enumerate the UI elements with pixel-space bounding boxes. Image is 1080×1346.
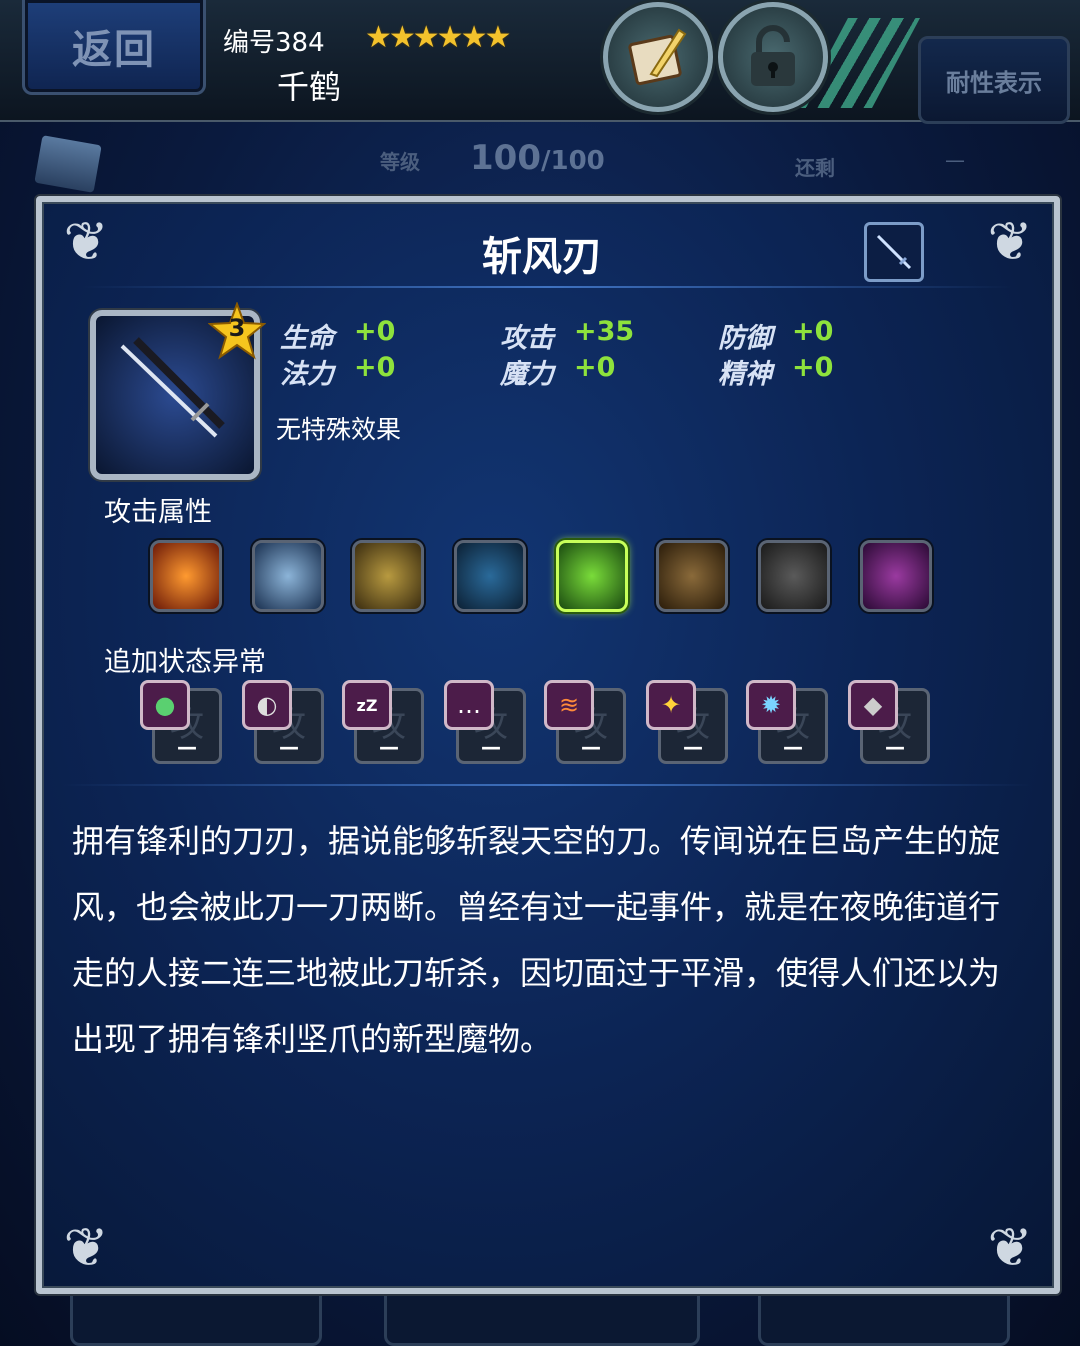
section-divider bbox=[62, 784, 1032, 786]
dark-element-icon bbox=[860, 540, 932, 612]
katana-type-icon bbox=[876, 234, 912, 270]
back-button[interactable]: 返回 bbox=[22, 0, 206, 95]
stat-label-atk: 攻击 bbox=[500, 323, 554, 354]
status-ailment-label: 追加状态异常 bbox=[104, 647, 266, 678]
stat-value-hp: +0 bbox=[354, 316, 396, 347]
stat-value-mag: +0 bbox=[574, 352, 616, 383]
lightning-element-icon bbox=[352, 540, 424, 612]
stat-value-def: +0 bbox=[792, 316, 834, 347]
fire-element-icon bbox=[150, 540, 222, 612]
title-divider bbox=[82, 286, 1012, 288]
disease-icon: ✹ bbox=[746, 680, 796, 730]
stat-label-mp: 法力 bbox=[280, 359, 334, 390]
confuse-icon: ✦ bbox=[646, 680, 696, 730]
quill-book-button[interactable] bbox=[603, 2, 713, 112]
special-effect-text: 无特殊效果 bbox=[276, 415, 402, 444]
unit-name: 千鹤 bbox=[277, 68, 342, 106]
petrify-icon: ◆ bbox=[848, 680, 898, 730]
stat-label-def: 防御 bbox=[718, 323, 772, 354]
ornament-corner: ❦ bbox=[63, 1216, 109, 1279]
attack-attribute-label: 攻击属性 bbox=[104, 497, 212, 528]
quill-book-icon bbox=[628, 28, 687, 86]
stat-label-hp: 生命 bbox=[280, 323, 334, 354]
paralysis-icon: ≋ bbox=[544, 680, 594, 730]
resistance-button[interactable]: 耐性表示 bbox=[918, 36, 1070, 124]
stat-value-atk: +35 bbox=[574, 316, 635, 347]
sleep-icon: zZ bbox=[342, 680, 392, 730]
level-row: 等级 100/100 还剩 — bbox=[0, 138, 1080, 188]
remaining-label: 还剩 bbox=[795, 156, 835, 180]
resistance-button-label: 耐性表示 bbox=[946, 68, 1042, 97]
item-description: 拥有锋利的刀刃，据说能够斩裂天空的刀。传闻说在巨岛产生的旋风，也会被此刀一刀两断… bbox=[72, 822, 1001, 1058]
holy-element-icon bbox=[758, 540, 830, 612]
level-label: 等级 bbox=[380, 150, 420, 174]
poison-icon: ● bbox=[140, 680, 190, 730]
ornament-corner: ❦ bbox=[987, 1216, 1033, 1279]
weapon-type-badge bbox=[864, 222, 924, 282]
earth-element-icon bbox=[656, 540, 728, 612]
top-bar: 返回 编号384 ★★★★★★ 千鹤 耐性表示 bbox=[0, 0, 1080, 124]
wind-element-icon bbox=[556, 540, 628, 612]
unit-number: 编号384 bbox=[223, 28, 325, 58]
stat-label-mag: 魔力 bbox=[500, 359, 554, 390]
back-button-label: 返回 bbox=[72, 27, 156, 73]
equipment-detail-panel: ❦ ❦ ❦ ❦ 斩风刃 3 生命 +0 攻击 +35 防御 +0 法力 +0 魔… bbox=[36, 196, 1060, 1294]
blind-icon: ◐ bbox=[242, 680, 292, 730]
lock-button[interactable] bbox=[718, 2, 828, 112]
stat-value-spr: +0 bbox=[792, 352, 834, 383]
padlock-icon bbox=[751, 25, 795, 86]
stat-label-spr: 精神 bbox=[718, 359, 772, 390]
remaining-value: — bbox=[945, 148, 965, 172]
level-value: 100/100 bbox=[470, 138, 605, 178]
rarity-stars: ★★★★★★ bbox=[365, 20, 511, 55]
stat-value-mp: +0 bbox=[354, 352, 396, 383]
silence-icon: … bbox=[444, 680, 494, 730]
rarity-badge: 3 bbox=[207, 301, 267, 360]
ice-element-icon bbox=[252, 540, 324, 612]
water-element-icon bbox=[454, 540, 526, 612]
